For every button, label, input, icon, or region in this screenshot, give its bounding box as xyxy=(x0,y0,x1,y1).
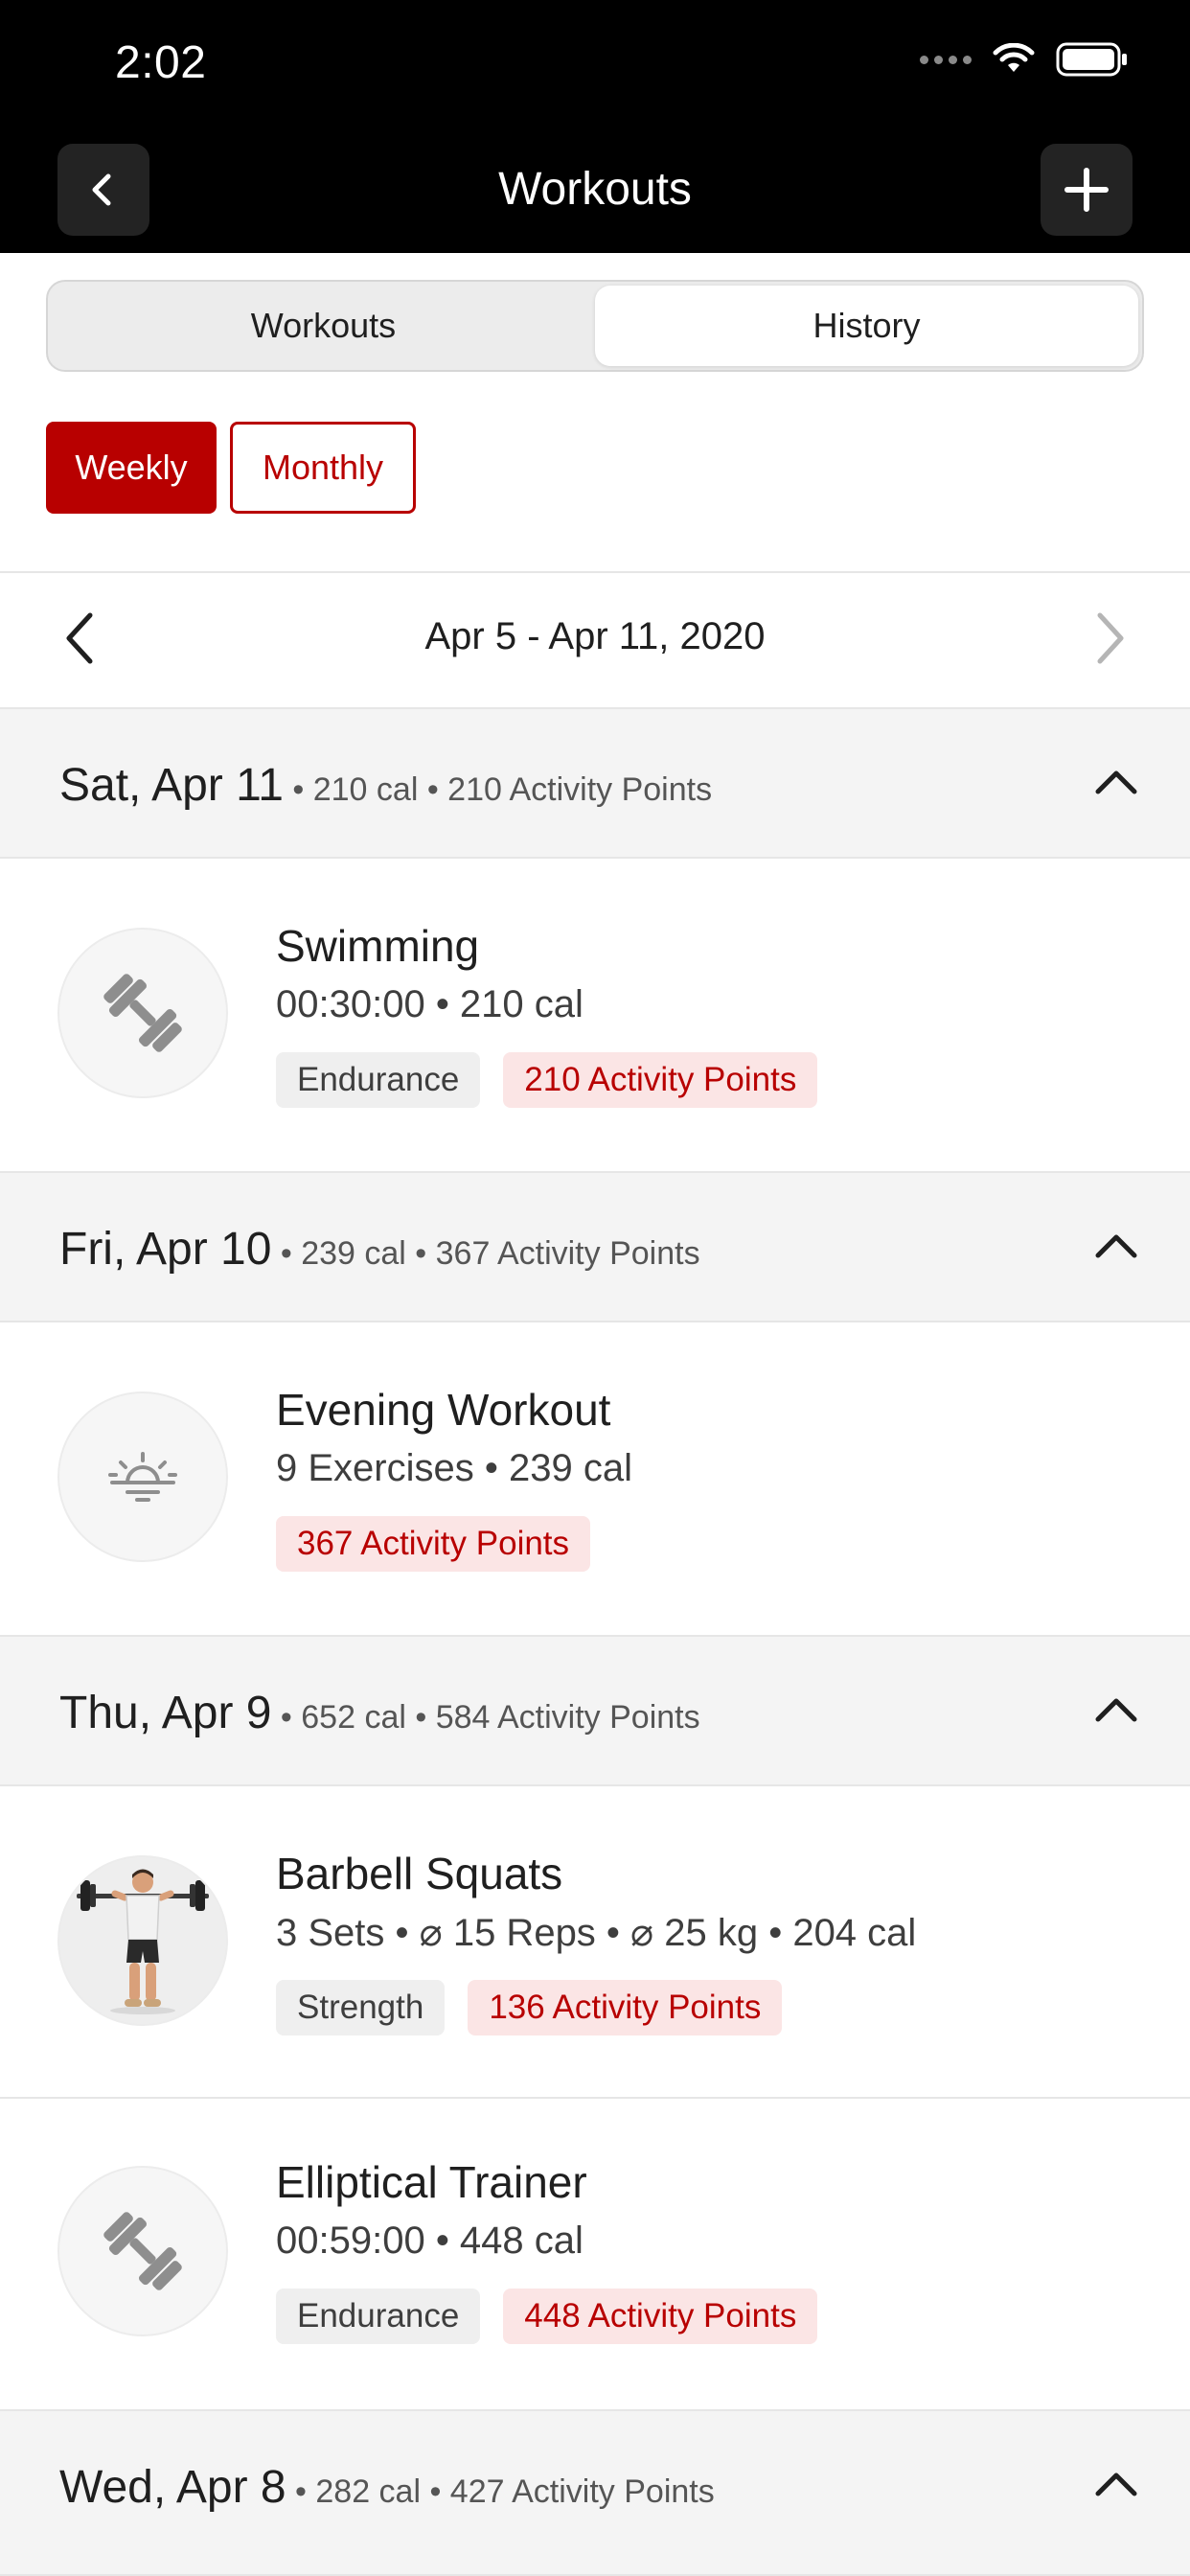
category-badge: Endurance xyxy=(276,2288,481,2344)
status-indicators xyxy=(920,42,1129,77)
dumbbell-icon xyxy=(103,974,182,1052)
tab-workouts[interactable]: Workouts xyxy=(52,286,595,366)
chevron-up-icon[interactable] xyxy=(1092,1227,1140,1265)
list-item[interactable]: Evening Workout 9 Exercises • 239 cal 36… xyxy=(0,1322,1190,1635)
workout-tags: Strength 136 Activity Points xyxy=(276,1980,783,2036)
week-navigator: Apr 5 - Apr 11, 2020 xyxy=(0,573,1190,707)
day-date: Wed, Apr 8 xyxy=(59,2462,286,2513)
day-summary: • 282 cal • 427 Activity Points xyxy=(286,2473,715,2510)
workout-details: 3 Sets • ⌀ 15 Reps • ⌀ 25 kg • 204 cal xyxy=(276,1912,917,1954)
workout-tags: 367 Activity Points xyxy=(276,1516,591,1572)
week-range-label: Apr 5 - Apr 11, 2020 xyxy=(424,615,766,657)
workout-avatar xyxy=(57,1855,228,2026)
chevron-up-icon[interactable] xyxy=(1092,2465,1140,2503)
day-header[interactable]: Sat, Apr 11 • 210 cal • 210 Activity Poi… xyxy=(0,707,1190,859)
sunset-icon xyxy=(108,1452,177,1502)
workout-avatar xyxy=(57,1392,228,1562)
day-date: Fri, Apr 10 xyxy=(59,1224,272,1275)
add-workout-button[interactable] xyxy=(1041,144,1133,236)
workout-title: Swimming xyxy=(276,921,480,971)
workout-tags: Endurance 210 Activity Points xyxy=(276,1052,818,1108)
category-badge: Strength xyxy=(276,1980,446,2036)
top-bar: 2:02 Workouts xyxy=(0,0,1190,253)
list-item[interactable]: Swimming 00:30:00 • 210 cal Endurance 21… xyxy=(0,859,1190,1171)
workout-tags: Endurance 448 Activity Points xyxy=(276,2288,818,2344)
day-summary: • 652 cal • 584 Activity Points xyxy=(271,1699,700,1736)
list-item[interactable]: Elliptical Trainer 00:59:00 • 448 cal En… xyxy=(0,2099,1190,2409)
day-date: Thu, Apr 9 xyxy=(59,1688,272,1738)
activity-points-badge: 367 Activity Points xyxy=(276,1516,591,1572)
chevron-up-icon[interactable] xyxy=(1092,1690,1140,1729)
day-date: Sat, Apr 11 xyxy=(59,760,284,811)
day-header[interactable]: Wed, Apr 8 • 282 cal • 427 Activity Poin… xyxy=(0,2409,1190,2576)
cellular-signal-icon xyxy=(920,55,972,64)
chevron-up-icon[interactable] xyxy=(1092,763,1140,801)
workout-details: 00:59:00 • 448 cal xyxy=(276,2220,584,2262)
list-item[interactable]: Barbell Squats 3 Sets • ⌀ 15 Reps • ⌀ 25… xyxy=(0,1786,1190,2097)
activity-points-badge: 136 Activity Points xyxy=(468,1980,783,2036)
category-badge: Endurance xyxy=(276,1052,481,1108)
tab-history[interactable]: History xyxy=(595,286,1138,366)
weekly-filter-button[interactable]: Weekly xyxy=(46,422,217,514)
workout-details: 9 Exercises • 239 cal xyxy=(276,1447,632,1489)
activity-points-badge: 210 Activity Points xyxy=(503,1052,818,1108)
day-summary: • 239 cal • 367 Activity Points xyxy=(271,1235,700,1272)
workout-avatar xyxy=(57,2166,228,2336)
page-title: Workouts xyxy=(498,164,692,215)
workout-details: 00:30:00 • 210 cal xyxy=(276,983,584,1025)
monthly-filter-button[interactable]: Monthly xyxy=(230,422,416,514)
day-summary: • 210 cal • 210 Activity Points xyxy=(283,771,713,808)
day-header[interactable]: Thu, Apr 9 • 652 cal • 584 Activity Poin… xyxy=(0,1635,1190,1786)
chevron-right-icon xyxy=(1097,612,1124,664)
status-time: 2:02 xyxy=(115,37,207,88)
day-header[interactable]: Fri, Apr 10 • 239 cal • 367 Activity Poi… xyxy=(0,1171,1190,1322)
workout-title: Evening Workout xyxy=(276,1385,611,1435)
workout-title: Elliptical Trainer xyxy=(276,2157,587,2207)
next-week-button[interactable] xyxy=(1085,610,1133,672)
view-segmented-control: Workouts History xyxy=(46,280,1144,372)
workout-title: Barbell Squats xyxy=(276,1849,563,1898)
period-filter: Weekly Monthly xyxy=(46,422,416,514)
workout-avatar xyxy=(57,928,228,1098)
activity-points-badge: 448 Activity Points xyxy=(503,2288,818,2344)
dumbbell-icon xyxy=(103,2212,182,2290)
wifi-icon xyxy=(993,43,1035,72)
barbell-squat-figure xyxy=(77,1869,209,2014)
battery-icon xyxy=(1056,42,1127,77)
plus-icon xyxy=(1064,168,1109,212)
